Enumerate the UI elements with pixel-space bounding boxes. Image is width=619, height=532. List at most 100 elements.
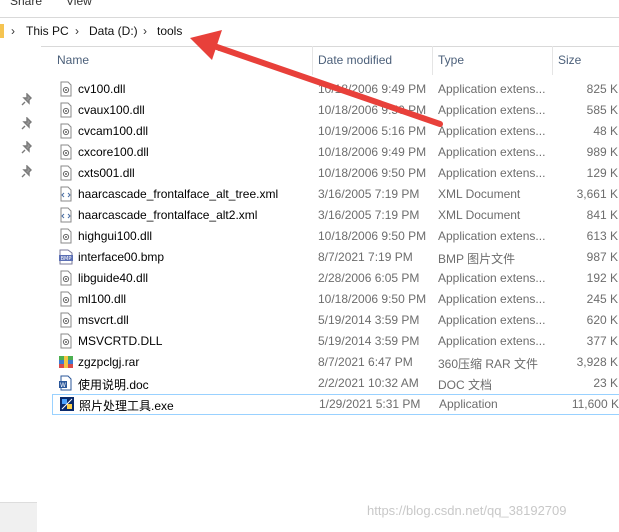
file-date: 5/19/2014 3:59 PM — [318, 313, 420, 327]
dll-file-icon — [60, 333, 72, 349]
chevron-right-icon[interactable]: › — [11, 24, 15, 38]
file-row[interactable]: cv100.dll 10/18/2006 9:49 PM Application… — [52, 79, 619, 100]
bmp-file-icon: BMP — [59, 249, 73, 265]
file-row[interactable]: haarcascade_frontalface_alt2.xml 3/16/20… — [52, 205, 619, 226]
file-name: libguide40.dll — [78, 271, 149, 285]
file-name: haarcascade_frontalface_alt_tree.xml — [78, 187, 279, 201]
file-size: 11,600 K — [571, 397, 619, 411]
file-date: 10/18/2006 9:49 PM — [318, 145, 427, 159]
pin-icon[interactable] — [20, 93, 34, 107]
file-name: MSVCRTD.DLL — [78, 334, 163, 348]
file-row[interactable]: BMP interface00.bmp 8/7/2021 7:19 PM BMP… — [52, 247, 619, 268]
file-type: Application extens... — [438, 82, 546, 96]
file-type: 360压缩 RAR 文件 — [438, 357, 539, 371]
file-row[interactable]: zgzpclgj.rar 8/7/2021 6:47 PM 360压缩 RAR … — [52, 352, 619, 373]
column-header: ^ Name Date modified Type Size — [42, 46, 619, 75]
file-type: Application extens... — [438, 166, 546, 180]
file-name: interface00.bmp — [78, 250, 165, 264]
pin-icon[interactable] — [20, 117, 34, 131]
file-size: 585 K — [586, 103, 618, 117]
file-row[interactable]: ml100.dll 10/18/2006 9:50 PM Application… — [52, 289, 619, 310]
column-divider[interactable] — [312, 46, 313, 75]
file-size: 620 K — [586, 313, 618, 327]
chevron-right-icon[interactable]: › — [143, 24, 147, 38]
dll-file-icon — [60, 270, 72, 286]
file-row[interactable]: cxcore100.dll 10/18/2006 9:49 PM Applica… — [52, 142, 619, 163]
doc-file-icon: W — [59, 375, 72, 391]
file-row[interactable]: cvcam100.dll 10/19/2006 5:16 PM Applicat… — [52, 121, 619, 142]
file-size: 245 K — [586, 292, 618, 306]
dll-file-icon — [60, 102, 72, 118]
pin-icon[interactable] — [20, 141, 34, 155]
file-name: 照片处理工具.exe — [79, 399, 174, 413]
file-row[interactable]: msvcrt.dll 5/19/2014 3:59 PM Application… — [52, 310, 619, 331]
file-row-selected[interactable]: 照片处理工具.exe 1/29/2021 5:31 PM Application… — [52, 394, 619, 415]
file-date: 8/7/2021 6:47 PM — [318, 355, 413, 369]
share-tab[interactable]: Share — [10, 0, 42, 8]
column-name[interactable]: Name — [57, 53, 89, 67]
file-type: Application extens... — [438, 313, 546, 327]
dll-file-icon — [60, 144, 72, 160]
breadcrumb-this-pc[interactable]: This PC — [26, 24, 69, 38]
file-name: zgzpclgj.rar — [78, 355, 140, 369]
breadcrumb-data-drive[interactable]: Data (D:) — [89, 24, 138, 38]
dll-file-icon — [60, 291, 72, 307]
file-size: 841 K — [586, 208, 618, 222]
column-divider[interactable] — [432, 46, 433, 75]
dll-file-icon — [60, 81, 72, 97]
file-name: cvcam100.dll — [78, 124, 149, 138]
file-date: 1/29/2021 5:31 PM — [319, 397, 421, 411]
file-type: Application extens... — [438, 145, 546, 159]
file-date: 8/7/2021 7:19 PM — [318, 250, 413, 264]
ribbon-tabs: Share View — [0, 0, 619, 14]
column-divider[interactable] — [552, 46, 553, 75]
file-row[interactable]: cxts001.dll 10/18/2006 9:50 PM Applicati… — [52, 163, 619, 184]
file-date: 3/16/2005 7:19 PM — [318, 208, 420, 222]
file-type: XML Document — [438, 208, 521, 222]
file-size: 192 K — [586, 271, 618, 285]
file-date: 10/18/2006 9:50 PM — [318, 166, 427, 180]
chevron-right-icon[interactable]: › — [75, 24, 79, 38]
file-row[interactable]: cvaux100.dll 10/18/2006 9:50 PM Applicat… — [52, 100, 619, 121]
status-bar-corner — [0, 502, 37, 532]
view-tab[interactable]: View — [66, 0, 92, 8]
column-type[interactable]: Type — [438, 53, 464, 67]
file-date: 5/19/2014 3:59 PM — [318, 334, 420, 348]
file-name: cvaux100.dll — [78, 103, 145, 117]
file-type: Application extens... — [438, 103, 546, 117]
pin-icon[interactable] — [20, 165, 34, 179]
file-size: 48 K — [593, 124, 618, 138]
dll-file-icon — [60, 312, 72, 328]
navigation-pane[interactable] — [0, 46, 41, 531]
file-type: Application extens... — [438, 334, 546, 348]
column-size[interactable]: Size — [558, 53, 581, 67]
file-date: 2/2/2021 10:32 AM — [318, 376, 419, 390]
file-type: BMP 图片文件 — [438, 252, 516, 266]
folder-icon — [0, 24, 4, 38]
file-name: ml100.dll — [78, 292, 127, 306]
file-date: 2/28/2006 6:05 PM — [318, 271, 420, 285]
dll-file-icon — [60, 165, 72, 181]
file-row[interactable]: MSVCRTD.DLL 5/19/2014 3:59 PM Applicatio… — [52, 331, 619, 352]
file-row[interactable]: libguide40.dll 2/28/2006 6:05 PM Applica… — [52, 268, 619, 289]
file-date: 10/18/2006 9:50 PM — [318, 229, 427, 243]
file-row[interactable]: W 使用说明.doc 2/2/2021 10:32 AM DOC 文档 23 K — [52, 373, 619, 394]
breadcrumb-tools[interactable]: tools — [157, 24, 182, 38]
column-date-modified[interactable]: Date modified — [318, 53, 392, 67]
file-date: 10/18/2006 9:50 PM — [318, 292, 427, 306]
file-name: highgui100.dll — [78, 229, 153, 243]
rar-archive-icon — [59, 356, 73, 368]
address-bar[interactable]: › This PC › Data (D:) › tools — [0, 17, 619, 47]
file-date: 10/19/2006 5:16 PM — [318, 124, 427, 138]
file-size: 825 K — [586, 82, 618, 96]
file-name: cxcore100.dll — [78, 145, 149, 159]
file-row[interactable]: highgui100.dll 10/18/2006 9:50 PM Applic… — [52, 226, 619, 247]
svg-text:BMP: BMP — [61, 256, 72, 262]
file-size: 3,661 K — [576, 187, 618, 201]
file-size: 989 K — [586, 145, 618, 159]
file-type: XML Document — [438, 187, 521, 201]
file-type: Application extens... — [438, 271, 546, 285]
file-row[interactable]: haarcascade_frontalface_alt_tree.xml 3/1… — [52, 184, 619, 205]
dll-file-icon — [60, 123, 72, 139]
svg-text:W: W — [60, 382, 66, 389]
